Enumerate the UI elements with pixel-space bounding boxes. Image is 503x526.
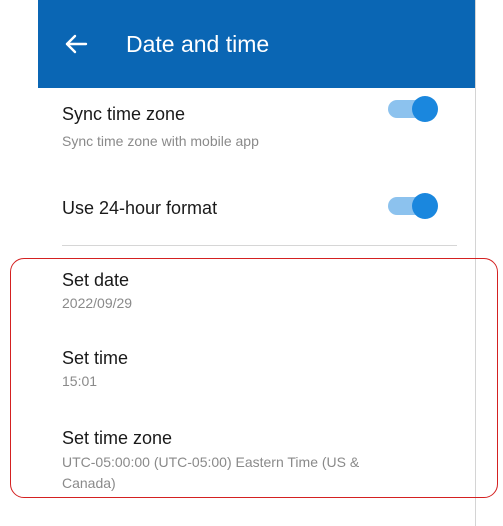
toggle-thumb	[412, 96, 438, 122]
toggle-thumb	[412, 193, 438, 219]
highlight-annotation	[10, 258, 498, 498]
page-title: Date and time	[126, 31, 270, 57]
sync-time-zone-toggle[interactable]	[388, 95, 440, 122]
sync-time-zone-label: Sync time zone	[62, 104, 186, 124]
section-divider	[62, 245, 457, 246]
arrow-left-icon	[65, 34, 88, 54]
use-24-hour-label: Use 24-hour format	[62, 198, 218, 218]
use-24-hour-toggle[interactable]	[388, 192, 440, 219]
back-button[interactable]	[64, 32, 90, 56]
sync-time-zone-description: Sync time zone with mobile app	[62, 133, 259, 149]
app-bar: Date and time	[38, 0, 475, 88]
